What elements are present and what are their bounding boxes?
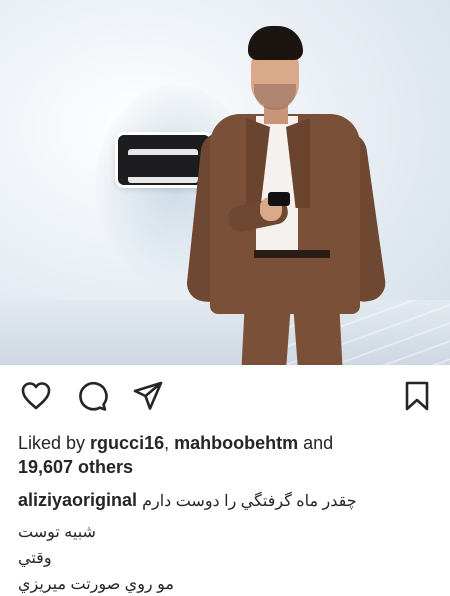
caption-line-1: چقدر ماه گرفتگي را دوست دارم [142, 493, 357, 510]
likes-summary: Liked by rgucci16, mahboobehtm and 19,607… [18, 431, 428, 479]
comment-icon [79, 381, 108, 411]
liked-by-user-2[interactable]: mahboobehtm [174, 433, 298, 453]
caption-line-4: مو روي صورتت ميريزي [18, 576, 174, 593]
likes-conjunction: and [298, 433, 334, 453]
likes-separator: , [164, 433, 175, 453]
caption-username[interactable]: aliziyaoriginal [18, 490, 137, 510]
likes-others-count[interactable]: 19,607 others [18, 457, 133, 477]
phone [268, 192, 290, 206]
hair [248, 26, 303, 60]
post-caption: aliziyaoriginal چقدر ماه گرفتگي را دوست … [18, 488, 438, 514]
paper-plane-icon [133, 381, 163, 410]
comment-button[interactable] [75, 379, 109, 413]
caption-line-2: شبيه توست [18, 524, 96, 541]
heart-icon [21, 382, 51, 410]
like-button[interactable] [19, 379, 53, 413]
save-button[interactable] [400, 379, 434, 413]
beard [254, 84, 296, 110]
liked-by-user-1[interactable]: rgucci16 [90, 433, 164, 453]
share-button[interactable] [131, 379, 165, 413]
likes-prefix: Liked by [18, 433, 91, 453]
post-image[interactable] [0, 0, 450, 365]
man-in-brown-suit [185, 22, 388, 365]
bookmark-icon [405, 381, 429, 411]
caption-line-3: وقتي [18, 550, 52, 567]
post-action-bar [0, 365, 450, 427]
